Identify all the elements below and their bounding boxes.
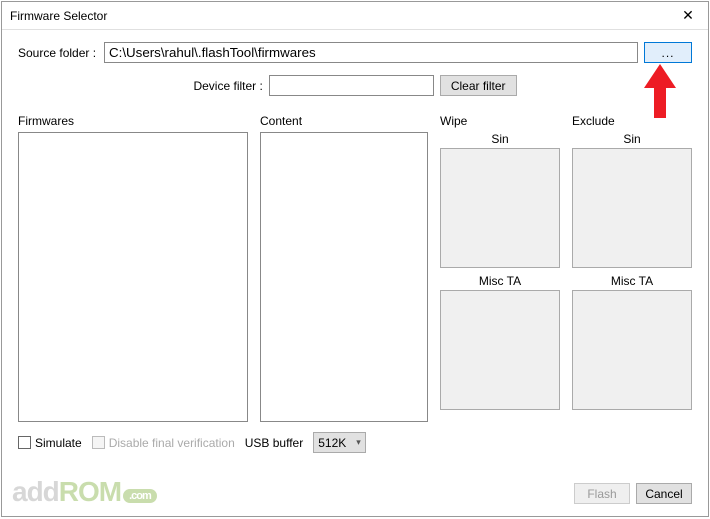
usb-buffer-select[interactable]: 512K ▾ (313, 432, 366, 453)
wipe-sin-label: Sin (440, 132, 560, 148)
exclude-miscta-label: Misc TA (572, 274, 692, 290)
bottom-options-row: Simulate Disable final verification USB … (18, 432, 692, 453)
source-folder-input[interactable] (104, 42, 638, 63)
content-header: Content (260, 114, 428, 130)
wipe-column: Wipe Sin Misc TA (440, 114, 560, 422)
clear-filter-button[interactable]: Clear filter (440, 75, 517, 96)
firmware-selector-window: Firmware Selector ✕ Source folder : ... … (1, 1, 709, 517)
exclude-miscta-box[interactable] (572, 290, 692, 410)
usb-buffer-value: 512K (318, 436, 346, 450)
simulate-checkbox[interactable]: Simulate (18, 436, 82, 450)
wipe-miscta-label: Misc TA (440, 274, 560, 290)
clear-filter-label: Clear filter (451, 79, 506, 93)
wipe-sin-box[interactable] (440, 148, 560, 268)
firmwares-column: Firmwares (18, 114, 248, 422)
wipe-header: Wipe (440, 114, 560, 130)
titlebar: Firmware Selector ✕ (2, 2, 708, 30)
right-columns: Wipe Sin Misc TA Exclude Sin Misc TA (440, 114, 692, 422)
device-filter-input[interactable] (269, 75, 434, 96)
window-title: Firmware Selector (10, 9, 668, 23)
flash-button-label: Flash (587, 487, 616, 501)
exclude-column: Exclude Sin Misc TA (572, 114, 692, 422)
watermark-dotcom: .com (123, 489, 157, 503)
checkbox-icon (92, 436, 105, 449)
disable-verification-checkbox: Disable final verification (92, 436, 235, 450)
watermark-add: add (12, 476, 59, 508)
watermark: addROM.com (12, 476, 157, 508)
exclude-sin-label: Sin (572, 132, 692, 148)
exclude-sin-box[interactable] (572, 148, 692, 268)
watermark-rom: ROM (59, 476, 121, 508)
footer-buttons: Flash Cancel (574, 483, 692, 504)
window-body: Source folder : ... Device filter : Clea… (2, 30, 708, 463)
checkbox-icon (18, 436, 31, 449)
device-filter-label: Device filter : (193, 79, 262, 93)
device-filter-row: Device filter : Clear filter (18, 75, 692, 96)
cancel-button[interactable]: Cancel (636, 483, 692, 504)
content-column: Content (260, 114, 428, 422)
source-folder-label: Source folder : (18, 46, 98, 60)
chevron-down-icon: ▾ (356, 437, 361, 448)
panels: Firmwares Content Wipe Sin Misc TA Exclu… (18, 114, 692, 422)
close-button[interactable]: ✕ (668, 2, 708, 30)
flash-button[interactable]: Flash (574, 483, 630, 504)
disable-verification-label: Disable final verification (109, 436, 235, 450)
firmwares-listbox[interactable] (18, 132, 248, 422)
exclude-header: Exclude (572, 114, 692, 130)
cancel-button-label: Cancel (645, 487, 682, 501)
browse-button-label: ... (661, 46, 674, 60)
content-listbox[interactable] (260, 132, 428, 422)
close-icon: ✕ (682, 7, 694, 24)
source-folder-row: Source folder : ... (18, 42, 692, 63)
firmwares-header: Firmwares (18, 114, 248, 130)
usb-buffer-label: USB buffer (245, 436, 303, 450)
browse-button[interactable]: ... (644, 42, 692, 63)
wipe-miscta-box[interactable] (440, 290, 560, 410)
simulate-label: Simulate (35, 436, 82, 450)
